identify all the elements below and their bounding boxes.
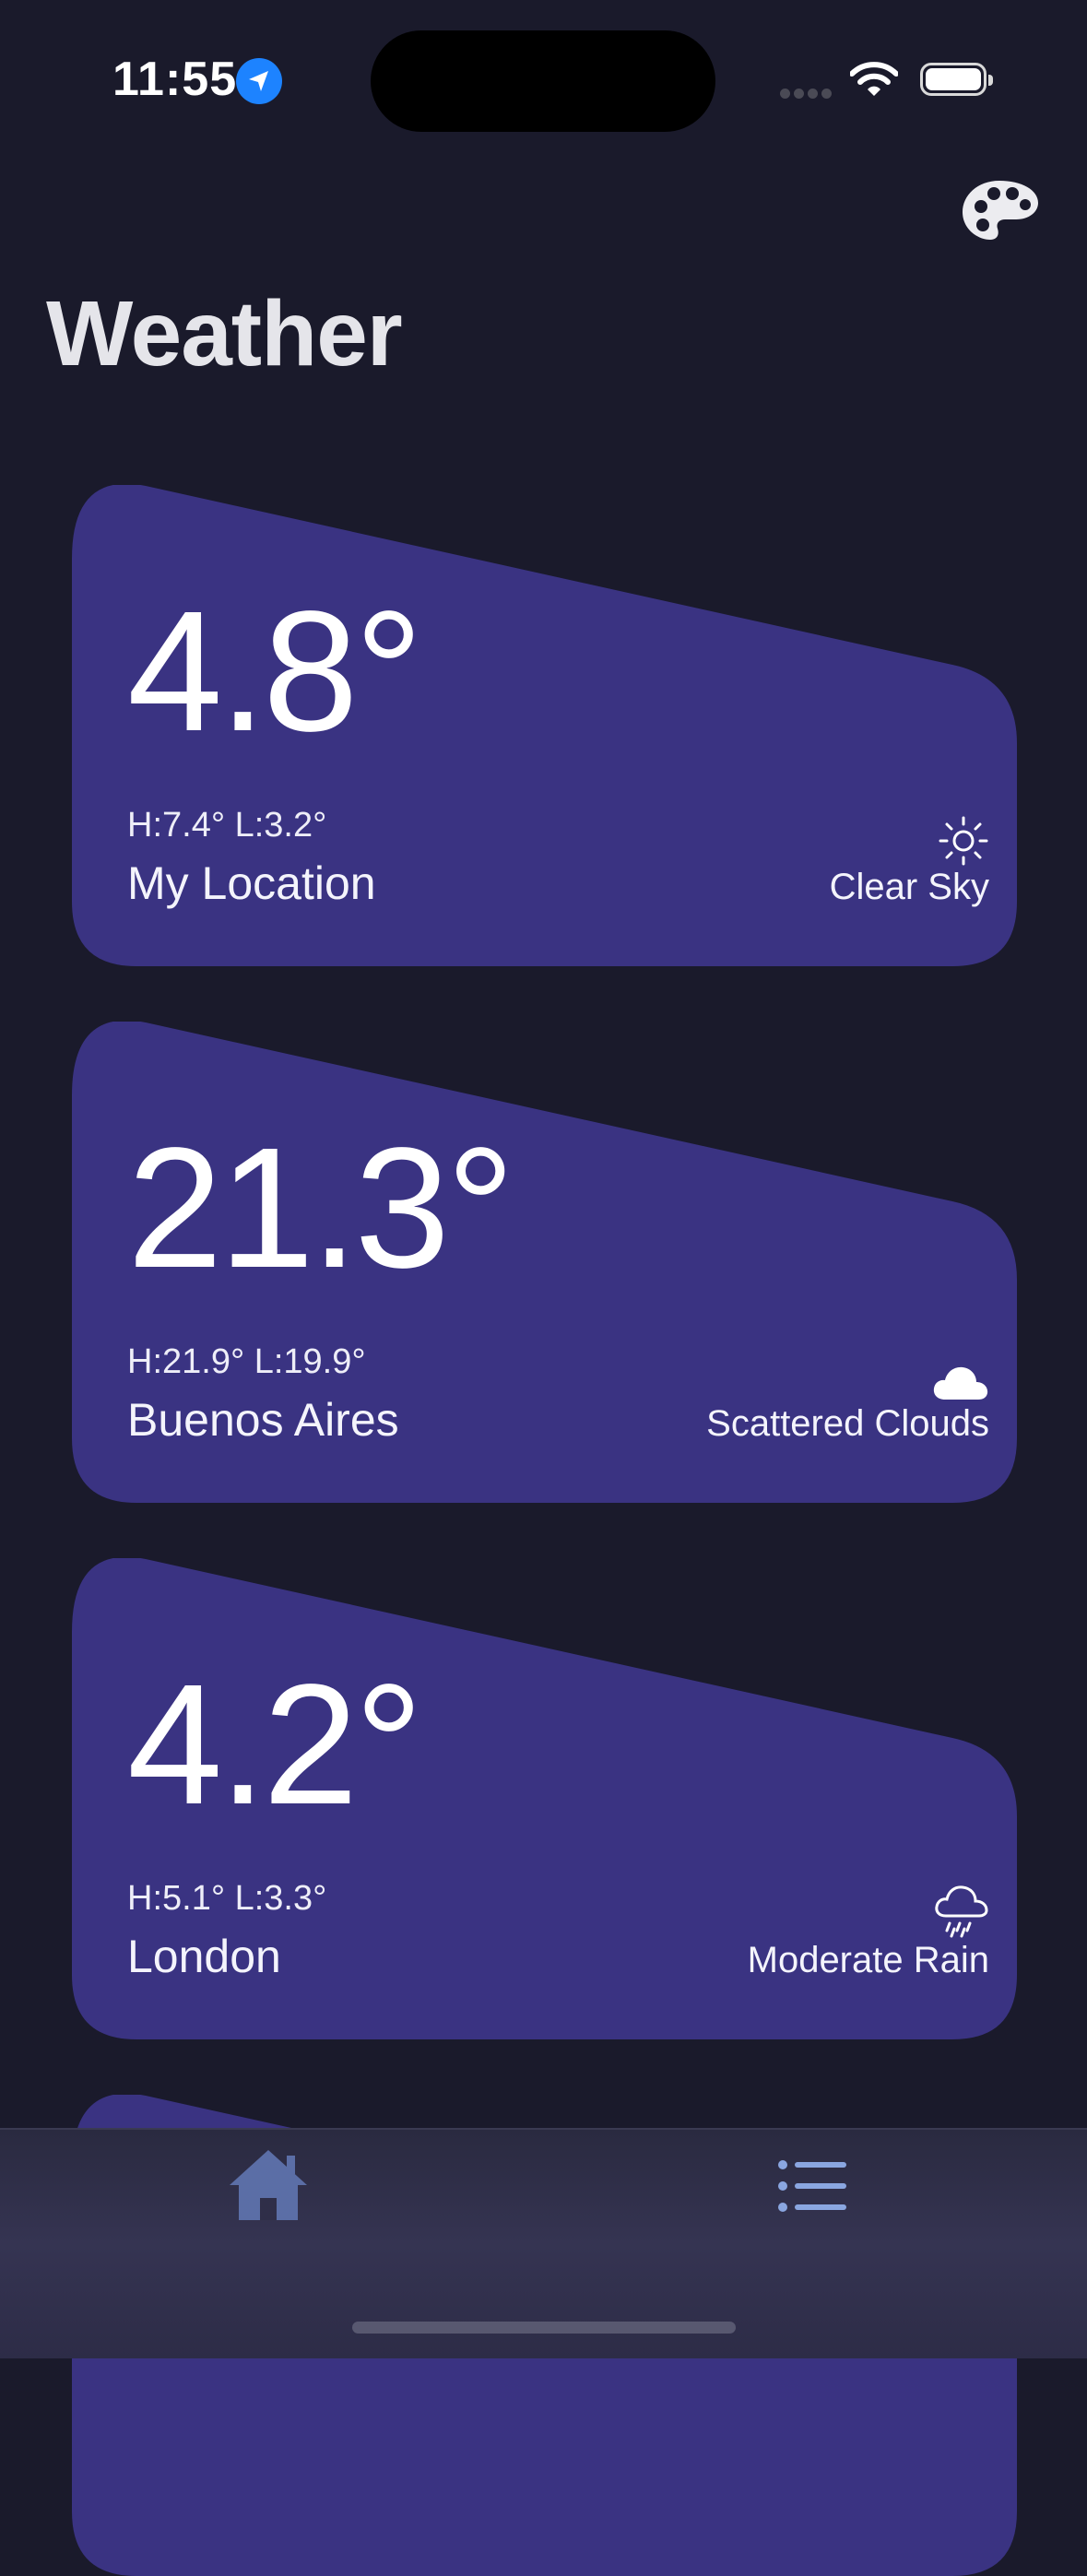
battery-icon [920,63,993,96]
tab-bar [0,2128,1087,2358]
list-icon[interactable] [776,2156,850,2216]
location-arrow-icon [236,58,282,104]
temperature: 4.2° [127,1649,423,1840]
cellular-signal-icon [780,87,835,103]
rain-cloud-icon [934,1883,989,1944]
weather-card-my-location[interactable]: 4.8° H:7.4° L:3.2° My Location Clear Sky [72,485,1017,966]
status-time: 11:55 [112,53,238,106]
dynamic-island [371,30,715,132]
wifi-icon [849,61,899,102]
weather-condition: Clear Sky [829,867,989,907]
cloud-icon [932,1363,989,1406]
temperature: 4.8° [127,576,423,767]
home-indicator [352,2322,736,2334]
temperature: 21.3° [127,1113,514,1304]
city-name: My Location [127,857,376,909]
high-low-temps: H:7.4° L:3.2° [127,806,327,845]
status-bar: 11:55 [0,0,1087,157]
weather-condition: Moderate Rain [747,1940,989,1980]
weather-condition: Scattered Clouds [706,1403,989,1444]
city-name: Buenos Aires [127,1394,399,1446]
high-low-temps: H:5.1° L:3.3° [127,1879,327,1918]
weather-card-buenos-aires[interactable]: 21.3° H:21.9° L:19.9° Buenos Aires Scatt… [72,1022,1017,1503]
home-icon[interactable] [226,2146,311,2224]
page-title: Weather [46,282,403,385]
palette-icon[interactable] [959,175,1042,249]
weather-card-london[interactable]: 4.2° H:5.1° L:3.3° London Moderate Rain [72,1558,1017,2039]
sun-icon [938,815,989,871]
city-name: London [127,1931,281,1982]
high-low-temps: H:21.9° L:19.9° [127,1342,366,1381]
